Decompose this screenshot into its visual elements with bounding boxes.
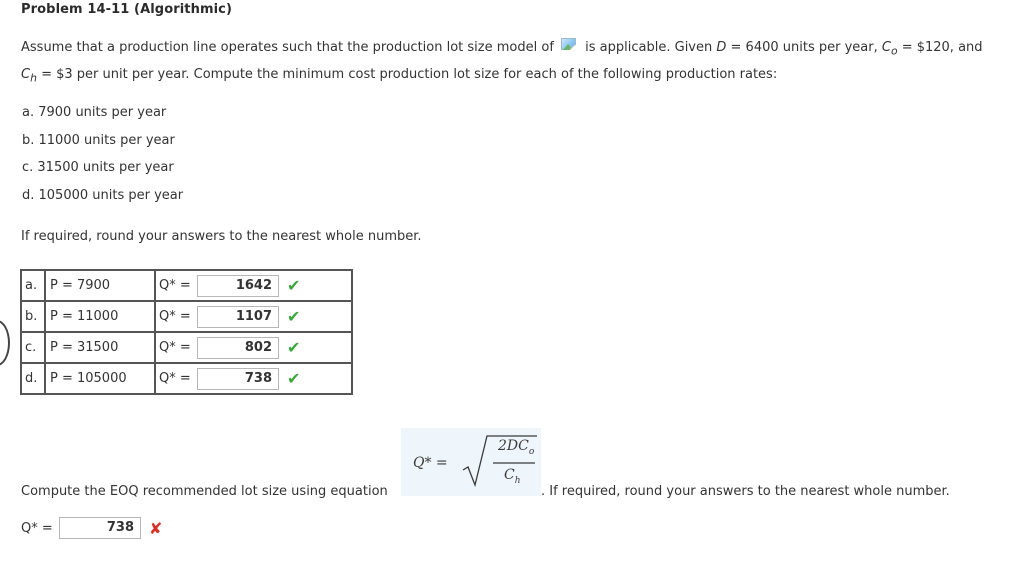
problem-page: Problem 14-11 (Algorithmic) Assume that … (0, 0, 1024, 561)
denominator-subscript: h (514, 475, 521, 486)
numerator-subscript: o (528, 446, 535, 457)
numerator-text: 2DC (498, 438, 529, 454)
q-label: Q* = (21, 520, 53, 536)
ch-subscript: h (30, 71, 37, 85)
co-subscript: o (890, 44, 898, 58)
eoq-answer-row: Q* = 738 ✘ (21, 517, 162, 539)
production-rate-label: P = 11000 (44, 300, 156, 333)
q-label: Q* = (159, 371, 191, 386)
denominator-text: C (504, 467, 515, 483)
production-rate-label: P = 31500 (44, 331, 156, 364)
row-letter: b. (20, 300, 46, 333)
q-label: Q* = (159, 309, 191, 324)
answer-cell: Q* = 1642 ✔ (154, 269, 353, 302)
table-row: c. P = 31500 Q* = 802 ✔ (20, 331, 353, 364)
table-row: a. P = 7900 Q* = 1642 ✔ (20, 269, 353, 302)
ch-value: = $3 per unit per year. Compute the mini… (36, 66, 778, 82)
production-rate-label: P = 105000 (44, 362, 156, 395)
intro-text-2: is applicable. Given (581, 40, 717, 55)
broken-image-icon (561, 38, 581, 55)
answer-input[interactable]: 738 (197, 367, 279, 390)
formula-denominator: Ch (504, 467, 521, 486)
q-label: Q* = (159, 340, 191, 355)
option-c: c. 31500 units per year (22, 160, 174, 175)
co-value: = $120, and (897, 40, 983, 55)
problem-title: Problem 14-11 (Algorithmic) (21, 2, 233, 17)
option-list: a. 7900 units per year b. 11000 units pe… (22, 102, 183, 212)
rounding-note: If required, round your answers to the n… (21, 229, 422, 244)
option-d: d. 105000 units per year (22, 187, 184, 203)
formula-numerator: 2DCo (498, 438, 534, 457)
check-icon: ✔ (287, 276, 301, 295)
eoq-rounding-note: . If required, round your answers to the… (541, 484, 950, 499)
answer-input[interactable]: 1107 (197, 305, 279, 328)
check-icon: ✔ (287, 369, 301, 388)
d-value: = 6400 units per year, (726, 40, 882, 55)
cross-icon: ✘ (149, 518, 163, 538)
table-row: d. P = 105000 Q* = 738 ✔ (20, 362, 353, 395)
d-symbol: D (716, 40, 727, 55)
side-bracket-mark (0, 320, 10, 366)
table-row: b. P = 11000 Q* = 1107 ✔ (20, 300, 353, 333)
eoq-formula-image: Q* = 2DCo Ch (401, 428, 541, 496)
answer-cell: Q* = 738 ✔ (154, 362, 353, 395)
option-b: b. 11000 units per year (22, 132, 175, 148)
answer-input[interactable]: 802 (197, 336, 279, 359)
q-label: Q* = (159, 278, 191, 293)
production-rate-label: P = 7900 (44, 269, 156, 302)
co-symbol: C (881, 40, 891, 55)
eoq-answer-input[interactable]: 738 (59, 517, 141, 539)
answer-cell: Q* = 1107 ✔ (154, 300, 353, 333)
option-a: a. 7900 units per year (22, 105, 167, 120)
row-letter: a. (20, 269, 46, 302)
row-letter: d. (20, 362, 46, 395)
answers-table: a. P = 7900 Q* = 1642 ✔ b. P = 11000 Q* … (20, 269, 353, 395)
problem-statement: Assume that a production line operates s… (21, 36, 1016, 89)
answer-input[interactable]: 1642 (197, 274, 279, 297)
ch-symbol: C (21, 66, 31, 82)
answer-cell: Q* = 802 ✔ (154, 331, 353, 364)
eoq-prompt: Compute the EOQ recommended lot size usi… (21, 484, 388, 499)
intro-text-1: Assume that a production line operates s… (21, 40, 559, 55)
check-icon: ✔ (287, 338, 301, 357)
row-letter: c. (20, 331, 46, 364)
check-icon: ✔ (287, 307, 301, 326)
